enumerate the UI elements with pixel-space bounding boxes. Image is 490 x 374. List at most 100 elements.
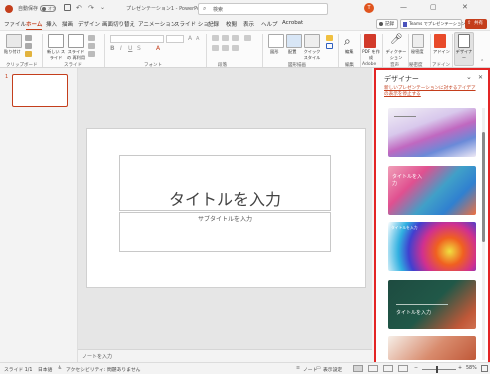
accessibility-icon[interactable]: ♿︎ (58, 366, 62, 371)
paste-button[interactable]: 貼り付け (4, 49, 21, 55)
copy-icon[interactable] (25, 43, 32, 49)
font-color-icon[interactable]: A (156, 45, 160, 52)
save-icon[interactable] (64, 4, 71, 11)
font-name-select[interactable] (110, 35, 164, 43)
create-pdf-button[interactable]: PDF を作成 (362, 49, 380, 61)
normal-view-icon[interactable] (353, 365, 363, 372)
align-right-icon[interactable] (232, 45, 239, 51)
bullets-icon[interactable] (212, 35, 219, 41)
bold-icon[interactable]: B (110, 45, 115, 52)
design-idea-4[interactable]: タイトルを入力 (388, 280, 476, 329)
zoom-slider-thumb[interactable] (436, 366, 438, 373)
shapes-button[interactable]: 図形 (270, 49, 278, 55)
tab-record[interactable]: 記録 (208, 20, 219, 28)
tab-home[interactable]: ホーム (26, 20, 43, 30)
sensitivity-icon[interactable] (412, 34, 424, 48)
chevron-down-icon[interactable]: ⌄ (466, 73, 472, 81)
section-icon[interactable] (88, 51, 95, 57)
arrange-button[interactable]: 配置 (288, 49, 296, 55)
tab-acrobat[interactable]: Acrobat (282, 20, 303, 26)
zoom-out-icon[interactable]: − (414, 366, 418, 371)
tab-insert[interactable]: 挿入 (46, 20, 57, 28)
dictate-button[interactable]: ディクテーション (384, 49, 408, 61)
quick-styles-icon[interactable] (304, 34, 320, 48)
microphone-icon[interactable]: 🎤︎ (390, 34, 403, 45)
record-button[interactable]: 記録 (376, 19, 398, 29)
search-box[interactable]: ⌕ 検索 (198, 3, 328, 15)
numbering-icon[interactable] (222, 35, 229, 41)
tab-draw[interactable]: 描画 (62, 20, 73, 28)
language[interactable]: 日本語 (38, 366, 52, 373)
design-idea-3[interactable]: タイトルを入力 (388, 222, 476, 271)
tab-design[interactable]: デザイン (78, 20, 100, 28)
zoom-in-icon[interactable]: + (458, 366, 462, 371)
close-icon[interactable]: ✕ (462, 3, 468, 11)
reset-icon[interactable] (88, 43, 95, 49)
design-idea-2[interactable]: タイトルを入力 (388, 166, 476, 215)
fit-slide-icon[interactable] (481, 365, 488, 372)
addins-button[interactable]: アドイン (433, 49, 450, 55)
scrollbar-thumb[interactable] (482, 132, 485, 242)
slide-sorter-icon[interactable] (368, 365, 378, 372)
quick-styles-button[interactable]: クイック スタイル (302, 49, 322, 61)
shapes-icon[interactable] (268, 34, 284, 48)
title-placeholder[interactable]: タイトルを入力 (119, 155, 331, 211)
display-settings[interactable]: 表示設定 (323, 366, 342, 373)
zoom-level[interactable]: 58% (466, 366, 477, 371)
grow-font-icon[interactable]: A (188, 35, 192, 42)
redo-icon[interactable]: ↷ (88, 4, 94, 12)
tab-animations[interactable]: アニメーション (138, 20, 176, 28)
minimize-icon[interactable]: — (400, 3, 407, 11)
align-center-icon[interactable] (222, 45, 229, 51)
maximize-icon[interactable]: ▢ (430, 3, 437, 11)
new-slide-button[interactable]: 新しい スライド (46, 49, 66, 61)
indent-icon[interactable] (232, 35, 239, 41)
teams-present-button[interactable]: Teams でプレゼンテーション (400, 19, 465, 29)
accessibility-status[interactable]: アクセシビリティ: 問題ありません (66, 366, 140, 373)
tab-transitions[interactable]: 画面切り替え (102, 20, 135, 28)
find-icon[interactable]: ⌕ (344, 34, 351, 49)
stop-ideas-link[interactable]: 新しいプレゼンテーションに対するアイデアの表示を停止する (384, 86, 480, 98)
paste-icon[interactable] (6, 34, 22, 48)
cut-icon[interactable] (25, 35, 32, 41)
format-painter-icon[interactable] (25, 51, 32, 57)
font-size-select[interactable] (166, 35, 184, 43)
avatar[interactable]: T (364, 3, 374, 13)
tab-help[interactable]: ヘルプ (261, 20, 278, 28)
collapse-ribbon-icon[interactable]: ⌃ (480, 59, 484, 65)
scrollbar[interactable] (482, 108, 485, 360)
text-direction-icon[interactable] (244, 35, 251, 41)
italic-icon[interactable]: I (120, 45, 122, 52)
zoom-slider[interactable] (422, 366, 456, 373)
reuse-slides-button[interactable]: スライドの 再利用 (66, 49, 86, 61)
shape-outline-icon[interactable] (326, 43, 333, 49)
display-settings-icon[interactable]: ▭ (316, 366, 321, 371)
notes-pane[interactable]: ノートを入力 (78, 349, 372, 362)
arrange-icon[interactable] (286, 34, 302, 48)
reading-view-icon[interactable] (383, 365, 393, 372)
underline-icon[interactable]: U (128, 45, 132, 52)
shape-fill-icon[interactable] (326, 35, 333, 41)
close-icon[interactable]: ✕ (478, 74, 483, 81)
design-idea-5[interactable] (388, 336, 476, 360)
align-left-icon[interactable] (212, 45, 219, 51)
strikethrough-icon[interactable]: S (137, 45, 141, 52)
tab-file[interactable]: ファイル (4, 20, 26, 28)
slideshow-view-icon[interactable] (398, 365, 408, 372)
tab-review[interactable]: 校閲 (226, 20, 237, 28)
new-slide-icon[interactable] (48, 34, 64, 48)
undo-icon[interactable]: ↶ (76, 4, 82, 12)
slide-thumbnail[interactable] (12, 74, 68, 107)
addins-icon[interactable] (434, 34, 446, 48)
subtitle-placeholder[interactable]: サブタイトルを入力 (119, 212, 331, 252)
qat-more-icon[interactable]: ⌄ (100, 4, 105, 11)
tab-view[interactable]: 表示 (243, 20, 254, 28)
layout-icon[interactable] (88, 35, 95, 41)
sensitivity-button[interactable]: 秘密度 (411, 49, 424, 55)
create-pdf-icon[interactable] (364, 34, 376, 48)
shrink-font-icon[interactable]: A (196, 36, 199, 42)
editing-button[interactable]: 編集 (345, 49, 353, 55)
design-idea-1[interactable] (388, 108, 476, 157)
share-button[interactable]: ⇧ 共有 (465, 19, 487, 29)
reuse-slides-icon[interactable] (68, 34, 84, 48)
